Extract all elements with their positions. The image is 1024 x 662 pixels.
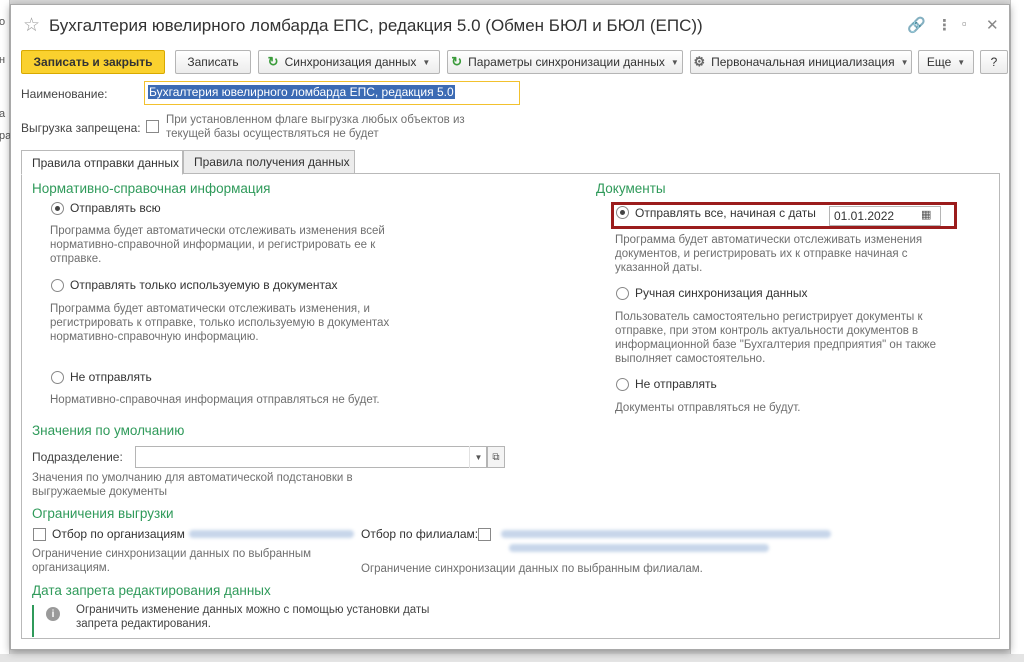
sync-icon: ↻ — [267, 54, 279, 69]
initial-init-label: Первоначальная инициализация — [711, 55, 895, 69]
sync-params-button[interactable]: ↻ Параметры синхронизации данных ▼ — [447, 50, 683, 74]
defaults-hint: Значения по умолчанию для автоматической… — [32, 472, 353, 498]
background-window-strip: о н а ра — [0, 0, 11, 662]
tab-receive-rules-label: Правила получения данных — [194, 155, 350, 169]
docs-from-date-label[interactable]: Отправлять все, начиная с даты — [635, 206, 816, 220]
save-button[interactable]: Записать — [175, 50, 251, 74]
filter-by-branch-hint: Ограничение синхронизации данных по выбр… — [361, 563, 703, 575]
background-window-strip-right — [1010, 0, 1024, 662]
nsi-section-title: Нормативно-справочная информация — [32, 181, 271, 196]
chevron-down-icon[interactable]: ▼ — [469, 446, 487, 468]
docs-manual-label[interactable]: Ручная синхронизация данных — [635, 286, 808, 300]
edit-lock-section-title: Дата запрета редактирования данных — [32, 583, 271, 598]
background-text: о — [0, 16, 6, 28]
save-and-close-label: Записать и закрыть — [33, 55, 153, 69]
nsi-send-all-hint: Программа будет автоматически отслеживат… — [50, 225, 385, 265]
subdivision-label: Подразделение: — [32, 450, 123, 464]
nsi-send-used-label[interactable]: Отправлять только используемую в докумен… — [70, 278, 338, 292]
nsi-send-all-radio[interactable] — [51, 202, 64, 215]
help-label: ? — [990, 55, 998, 69]
chevron-down-icon: ▼ — [670, 57, 679, 67]
info-bar — [32, 605, 34, 637]
chevron-down-icon: ▼ — [422, 57, 431, 67]
export-forbidden-label: Выгрузка запрещена: — [21, 121, 141, 135]
info-icon: i — [46, 607, 60, 621]
export-forbidden-hint: При установленном флаге выгрузка любых о… — [166, 114, 465, 140]
nsi-send-none-label[interactable]: Не отправлять — [70, 370, 152, 384]
filter-by-branch-checkbox[interactable] — [478, 528, 491, 541]
filter-by-org-label[interactable]: Отбор по организациям — [52, 527, 185, 541]
close-icon[interactable]: ✕ — [986, 16, 999, 34]
sync-settings-icon: ↻ — [451, 54, 463, 69]
redacted-branch-list — [501, 530, 831, 538]
sync-data-label: Синхронизация данных — [284, 55, 417, 69]
background-text: а — [0, 108, 6, 120]
limits-section-title: Ограничения выгрузки — [32, 506, 174, 521]
tab-receive-rules[interactable]: Правила получения данных — [183, 150, 355, 174]
docs-manual-hint: Пользователь самостоятельно регистрирует… — [615, 311, 937, 365]
filter-by-org-checkbox[interactable] — [33, 528, 46, 541]
link-icon[interactable]: 🔗 — [907, 16, 926, 34]
window-title: Бухгалтерия ювелирного ломбарда ЕПС, ред… — [49, 16, 703, 35]
more-vertical-icon[interactable]: ⋮ — [937, 16, 952, 34]
exchange-settings-window: ☆ Бухгалтерия ювелирного ломбарда ЕПС, р… — [10, 4, 1010, 650]
save-label: Записать — [187, 55, 239, 69]
sync-data-button[interactable]: ↻ Синхронизация данных ▼ — [258, 50, 440, 74]
more-button[interactable]: Еще ▼ — [918, 50, 974, 74]
redacted-branch-list — [509, 544, 769, 552]
nsi-send-used-hint: Программа будет автоматически отслеживат… — [50, 303, 390, 343]
minimize-icon[interactable]: ▫ — [962, 16, 967, 31]
docs-section-title: Документы — [596, 181, 666, 196]
name-label: Наименование: — [21, 87, 108, 101]
name-input-value: Бухгалтерия ювелирного ломбарда ЕПС, ред… — [148, 85, 455, 99]
calendar-icon[interactable]: ▦ — [921, 208, 931, 221]
filter-by-branch-label: Отбор по филиалам: — [361, 527, 479, 541]
command-bar: Записать и закрыть Записать ↻ Синхрониза… — [21, 50, 1008, 74]
help-button[interactable]: ? — [980, 50, 1008, 74]
initial-init-button[interactable]: ⚙ Первоначальная инициализация ▼ — [690, 50, 912, 74]
tab-send-rules[interactable]: Правила отправки данных — [21, 150, 183, 175]
docs-send-none-radio[interactable] — [616, 378, 629, 391]
save-and-close-button[interactable]: Записать и закрыть — [21, 50, 165, 74]
favorite-star-icon[interactable]: ☆ — [23, 14, 40, 37]
nsi-send-all-label[interactable]: Отправлять всю — [70, 201, 161, 215]
sync-params-label: Параметры синхронизации данных — [468, 55, 665, 69]
more-label: Еще — [926, 55, 952, 69]
docs-manual-radio[interactable] — [616, 287, 629, 300]
titlebar: ☆ Бухгалтерия ювелирного ломбарда ЕПС, р… — [11, 5, 1009, 45]
subdivision-input[interactable] — [135, 446, 487, 468]
name-input[interactable]: Бухгалтерия ювелирного ломбарда ЕПС, ред… — [144, 81, 520, 105]
gear-icon: ⚙ — [693, 54, 706, 69]
docs-from-date-hint: Программа будет автоматически отслеживат… — [615, 234, 923, 274]
background-bottom — [0, 654, 1024, 662]
export-forbidden-checkbox[interactable] — [146, 120, 159, 133]
open-form-icon[interactable]: ⧉ — [487, 446, 505, 468]
docs-send-none-label[interactable]: Не отправлять — [635, 377, 717, 391]
chevron-down-icon: ▼ — [900, 57, 909, 67]
edit-lock-info: Ограничить изменение данных можно с помо… — [76, 604, 430, 630]
filter-by-org-hint: Ограничение синхронизации данных по выбр… — [32, 548, 312, 574]
defaults-section-title: Значения по умолчанию — [32, 423, 185, 438]
chevron-down-icon: ▼ — [957, 57, 966, 67]
nsi-send-used-radio[interactable] — [51, 279, 64, 292]
redacted-org-list — [189, 530, 354, 538]
nsi-send-none-radio[interactable] — [51, 371, 64, 384]
docs-from-date-radio[interactable] — [616, 206, 629, 219]
docs-date-value: 01.01.2022 — [834, 209, 895, 223]
nsi-send-none-hint: Нормативно-справочная информация отправл… — [50, 394, 380, 406]
tab-send-rules-label: Правила отправки данных — [32, 155, 180, 170]
docs-send-none-hint: Документы отправляться не будут. — [615, 402, 801, 414]
background-text: н — [0, 54, 6, 66]
